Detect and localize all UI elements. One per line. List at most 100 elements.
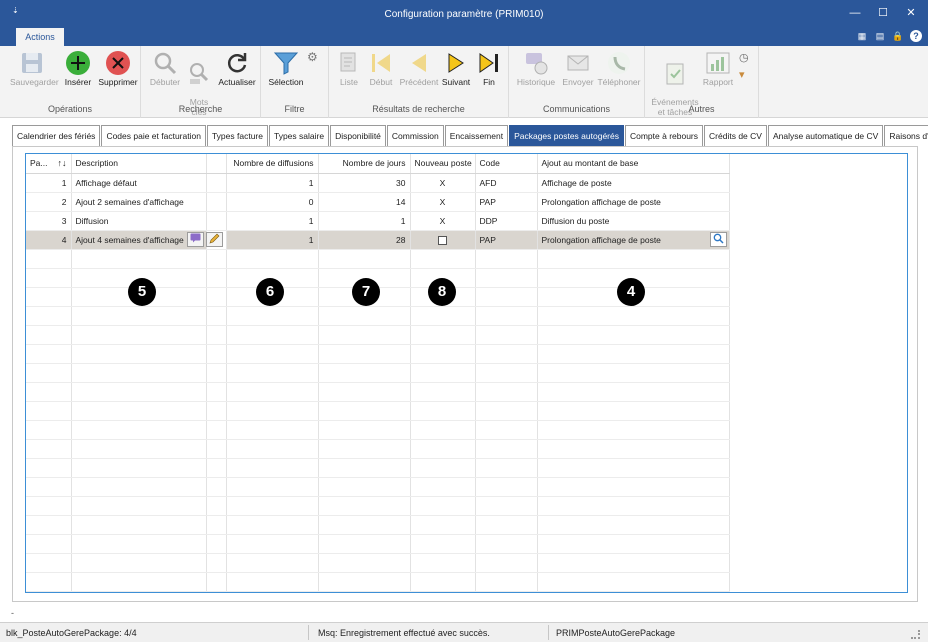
empty-cell xyxy=(26,572,72,592)
next-button[interactable]: Suivant xyxy=(439,50,473,87)
ajout-value: Prolongation affichage de poste xyxy=(541,234,661,245)
list-button[interactable]: Liste xyxy=(335,50,363,87)
close-button[interactable]: ✕ xyxy=(900,4,922,22)
calculator-icon[interactable]: ▦ xyxy=(856,30,868,42)
table-row[interactable]: 1 Affichage défaut 1 30 X AFD Affichage … xyxy=(26,173,730,193)
col-header-pa[interactable]: Pa... ↑↓ xyxy=(26,154,72,174)
cell-jours[interactable]: 1 xyxy=(318,211,411,231)
insert-button[interactable]: Insérer xyxy=(60,50,96,87)
cell-nouveau-poste[interactable]: X xyxy=(410,192,476,212)
clock-icon[interactable]: ◷ xyxy=(739,51,749,64)
cell-description[interactable]: Ajout 2 semaines d'affichage xyxy=(71,192,207,212)
tab-raisons-d-absence[interactable]: Raisons d'absence xyxy=(884,125,928,146)
cell-jours[interactable]: 30 xyxy=(318,173,411,193)
sort-ascending-icon[interactable]: ↑↓ xyxy=(58,158,67,168)
selection-button[interactable]: Sélection xyxy=(265,50,307,87)
empty-cell xyxy=(71,534,207,554)
tab-calendrier-des-fériés[interactable]: Calendrier des fériés xyxy=(12,125,101,146)
col-header-ajout[interactable]: Ajout au montant de base xyxy=(537,154,730,174)
minimize-button[interactable]: — xyxy=(844,4,866,22)
tab-compte-à-rebours[interactable]: Compte à rebours xyxy=(624,125,704,146)
cell-jours[interactable]: 14 xyxy=(318,192,411,212)
previous-button[interactable]: Précédent xyxy=(397,50,441,87)
group-search: Débuter Mots clés Actualiser Recherche xyxy=(141,46,261,118)
cell-code[interactable]: DDP xyxy=(475,211,538,231)
refresh-button[interactable]: Actualiser xyxy=(215,50,259,87)
cell-pa[interactable]: 4 xyxy=(26,230,72,250)
col-header-jours[interactable]: Nombre de jours xyxy=(318,154,411,174)
empty-cell xyxy=(410,439,476,459)
cell-jours[interactable]: 28 xyxy=(318,230,411,250)
cell-code[interactable]: PAP xyxy=(475,230,538,250)
cell-description[interactable]: Affichage défaut xyxy=(71,173,207,193)
col-header-diffusions[interactable]: Nombre de diffusions xyxy=(226,154,319,174)
ribbon-tab-actions[interactable]: Actions xyxy=(16,28,64,46)
send-button[interactable]: Envoyer xyxy=(561,50,595,87)
help-icon[interactable]: ? xyxy=(910,30,922,42)
cell-ajout[interactable]: Prolongation affichage de poste xyxy=(537,230,730,250)
empty-cell xyxy=(206,306,227,326)
table-row[interactable]: 3 Diffusion 1 1 X DDP Diffusion du poste xyxy=(26,211,730,231)
cell-code[interactable]: PAP xyxy=(475,192,538,212)
empty-cell xyxy=(537,401,730,421)
table-row[interactable]: 2 Ajout 2 semaines d'affichage 0 14 X PA… xyxy=(26,192,730,212)
save-button[interactable]: Sauvegarder xyxy=(10,50,59,87)
events-button[interactable]: Événements et tâches xyxy=(649,50,701,127)
empty-cell xyxy=(410,249,476,269)
cell-code[interactable]: AFD xyxy=(475,173,538,193)
maximize-button[interactable]: ☐ xyxy=(872,4,894,22)
cell-diffusions[interactable]: 1 xyxy=(226,211,319,231)
tab-types-salaire[interactable]: Types salaire xyxy=(268,125,330,146)
cell-diffusions[interactable]: 0 xyxy=(226,192,319,212)
empty-row xyxy=(26,249,730,269)
col-header-description[interactable]: Description xyxy=(71,154,207,174)
last-button[interactable]: Fin xyxy=(475,50,503,87)
empty-cell xyxy=(410,382,476,402)
cell-description[interactable]: Diffusion xyxy=(71,211,207,231)
tab-commission[interactable]: Commission xyxy=(386,125,444,146)
first-record-icon xyxy=(372,54,390,72)
lookup-button[interactable] xyxy=(709,231,727,247)
tab-analyse-automatique-de-cv[interactable]: Analyse automatique de CV xyxy=(767,125,884,146)
nouveau-poste-checkbox[interactable] xyxy=(438,235,447,245)
empty-cell xyxy=(206,477,227,497)
cell-pa[interactable]: 1 xyxy=(26,173,72,193)
col-header-code[interactable]: Code xyxy=(475,154,538,174)
calendar-icon[interactable]: ▤ xyxy=(874,30,886,42)
keywords-button[interactable]: Mots clés xyxy=(185,50,213,127)
edit-button[interactable] xyxy=(205,231,223,247)
empty-cell xyxy=(226,420,319,440)
start-search-button[interactable]: Débuter xyxy=(147,50,183,87)
comment-button[interactable] xyxy=(186,231,204,247)
cell-nouveau-poste[interactable]: X xyxy=(410,211,476,231)
cell-ajout[interactable]: Affichage de poste xyxy=(537,173,730,193)
table-row-selected[interactable]: 4 Ajout 4 semaines d'affichage 1 28 PAP … xyxy=(26,230,730,250)
cell-nouveau-poste[interactable]: X xyxy=(410,173,476,193)
cell-diffusions[interactable]: 1 xyxy=(226,230,319,250)
tab-disponibilité[interactable]: Disponibilité xyxy=(330,125,386,146)
tab-types-facture[interactable]: Types facture xyxy=(206,125,268,146)
tab-encaissement[interactable]: Encaissement xyxy=(444,125,509,146)
cell-diffusions[interactable]: 1 xyxy=(226,173,319,193)
cell-nouveau-poste[interactable] xyxy=(410,230,476,250)
empty-cell xyxy=(71,382,207,402)
gear-icon[interactable]: ⚙ xyxy=(307,50,318,64)
cell-ajout[interactable]: Prolongation affichage de poste xyxy=(537,192,730,212)
lock-icon[interactable]: 🔒 xyxy=(892,30,904,42)
status-record: blk_PosteAutoGerePackage: 4/4 xyxy=(6,628,137,638)
cell-ajout[interactable]: Diffusion du poste xyxy=(537,211,730,231)
phone-button[interactable]: Téléphoner xyxy=(595,50,643,87)
tab-crédits-de-cv[interactable]: Crédits de CV xyxy=(704,125,767,146)
cell-pa[interactable]: 3 xyxy=(26,211,72,231)
inbox-icon[interactable]: ▾ xyxy=(739,68,745,81)
phone-icon xyxy=(608,52,630,74)
tab-packages-postes-autogérés[interactable]: Packages postes autogérés xyxy=(509,125,624,146)
resize-grip-icon[interactable] xyxy=(911,630,920,639)
cell-pa[interactable]: 2 xyxy=(26,192,72,212)
tab-codes-paie-et-facturation[interactable]: Codes paie et facturation xyxy=(101,125,206,146)
col-header-nouveau-poste[interactable]: Nouveau poste xyxy=(410,154,476,174)
first-button[interactable]: Début xyxy=(367,50,395,87)
history-button[interactable]: Historique xyxy=(513,50,559,87)
delete-button[interactable]: Supprimer xyxy=(96,50,140,87)
report-button[interactable]: Rapport xyxy=(701,50,735,87)
